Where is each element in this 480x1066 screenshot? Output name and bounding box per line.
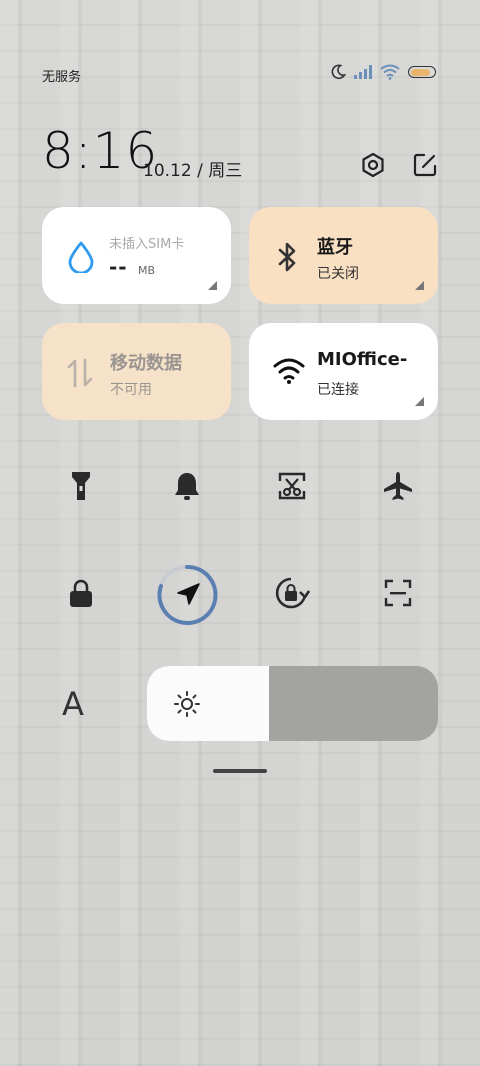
battery-icon xyxy=(408,66,436,78)
data-unit: MB xyxy=(138,264,156,277)
bluetooth-status: 已关闭 xyxy=(317,266,359,282)
expand-corner-icon xyxy=(415,397,424,406)
settings-icon[interactable] xyxy=(360,152,386,178)
data-arrows-icon xyxy=(66,357,96,388)
wifi-tile[interactable]: MIOffice- 已连接 xyxy=(249,323,438,420)
header: 8:16 10.12 / 周三 xyxy=(42,122,438,182)
brightness-slider[interactable] xyxy=(147,666,438,741)
edit-icon[interactable] xyxy=(412,152,438,178)
bluetooth-title: 蓝牙 xyxy=(317,237,353,258)
mobile-data-title: 移动数据 xyxy=(110,353,182,374)
clock[interactable]: 8:16 xyxy=(42,122,158,180)
screenshot-icon xyxy=(277,471,307,501)
signal-icon xyxy=(354,65,372,79)
lock-icon xyxy=(68,578,94,608)
location-icon xyxy=(156,564,218,626)
mobile-data-status: 不可用 xyxy=(110,382,152,398)
mobile-data-tile[interactable]: 移动数据 不可用 xyxy=(42,323,231,420)
carrier-label: 无服务 xyxy=(42,70,82,85)
wifi-icon xyxy=(273,357,305,387)
header-actions xyxy=(360,152,438,178)
battery-level xyxy=(410,68,431,76)
rotation-lock-icon xyxy=(274,576,310,610)
bluetooth-tile[interactable]: 蓝牙 已关闭 xyxy=(249,207,438,304)
drag-handle[interactable] xyxy=(213,769,267,773)
bluetooth-icon xyxy=(273,241,303,272)
data-usage-tile[interactable]: 未插入SIM卡 -- MB xyxy=(42,207,231,304)
bell-icon xyxy=(173,470,201,502)
expand-corner-icon xyxy=(415,281,424,290)
airplane-icon xyxy=(382,470,414,502)
font-size-icon[interactable]: A xyxy=(62,685,84,723)
scan-icon xyxy=(384,579,412,607)
screenshot-toggle[interactable] xyxy=(266,460,318,512)
rotation-lock-toggle[interactable] xyxy=(266,567,318,619)
scan-toggle[interactable] xyxy=(372,567,424,619)
sun-icon xyxy=(173,690,201,718)
moon-icon xyxy=(330,64,346,80)
status-bar: 无服务 xyxy=(42,64,436,88)
data-value: -- xyxy=(109,255,128,279)
lock-screen-toggle[interactable] xyxy=(55,567,107,619)
date[interactable]: 10.12 / 周三 xyxy=(143,156,242,181)
expand-corner-icon xyxy=(208,281,217,290)
wifi-status-icon xyxy=(380,64,400,80)
sim-caption: 未插入SIM卡 xyxy=(109,237,185,252)
airplane-toggle[interactable] xyxy=(372,460,424,512)
silent-toggle[interactable] xyxy=(161,460,213,512)
flashlight-icon xyxy=(70,470,92,502)
status-icons xyxy=(330,64,436,80)
wifi-title: MIOffice- xyxy=(317,349,408,370)
wifi-status: 已连接 xyxy=(317,382,359,398)
flashlight-toggle[interactable] xyxy=(55,460,107,512)
location-toggle[interactable] xyxy=(156,564,218,626)
brightness-level xyxy=(147,666,270,741)
water-drop-icon xyxy=(66,241,96,275)
